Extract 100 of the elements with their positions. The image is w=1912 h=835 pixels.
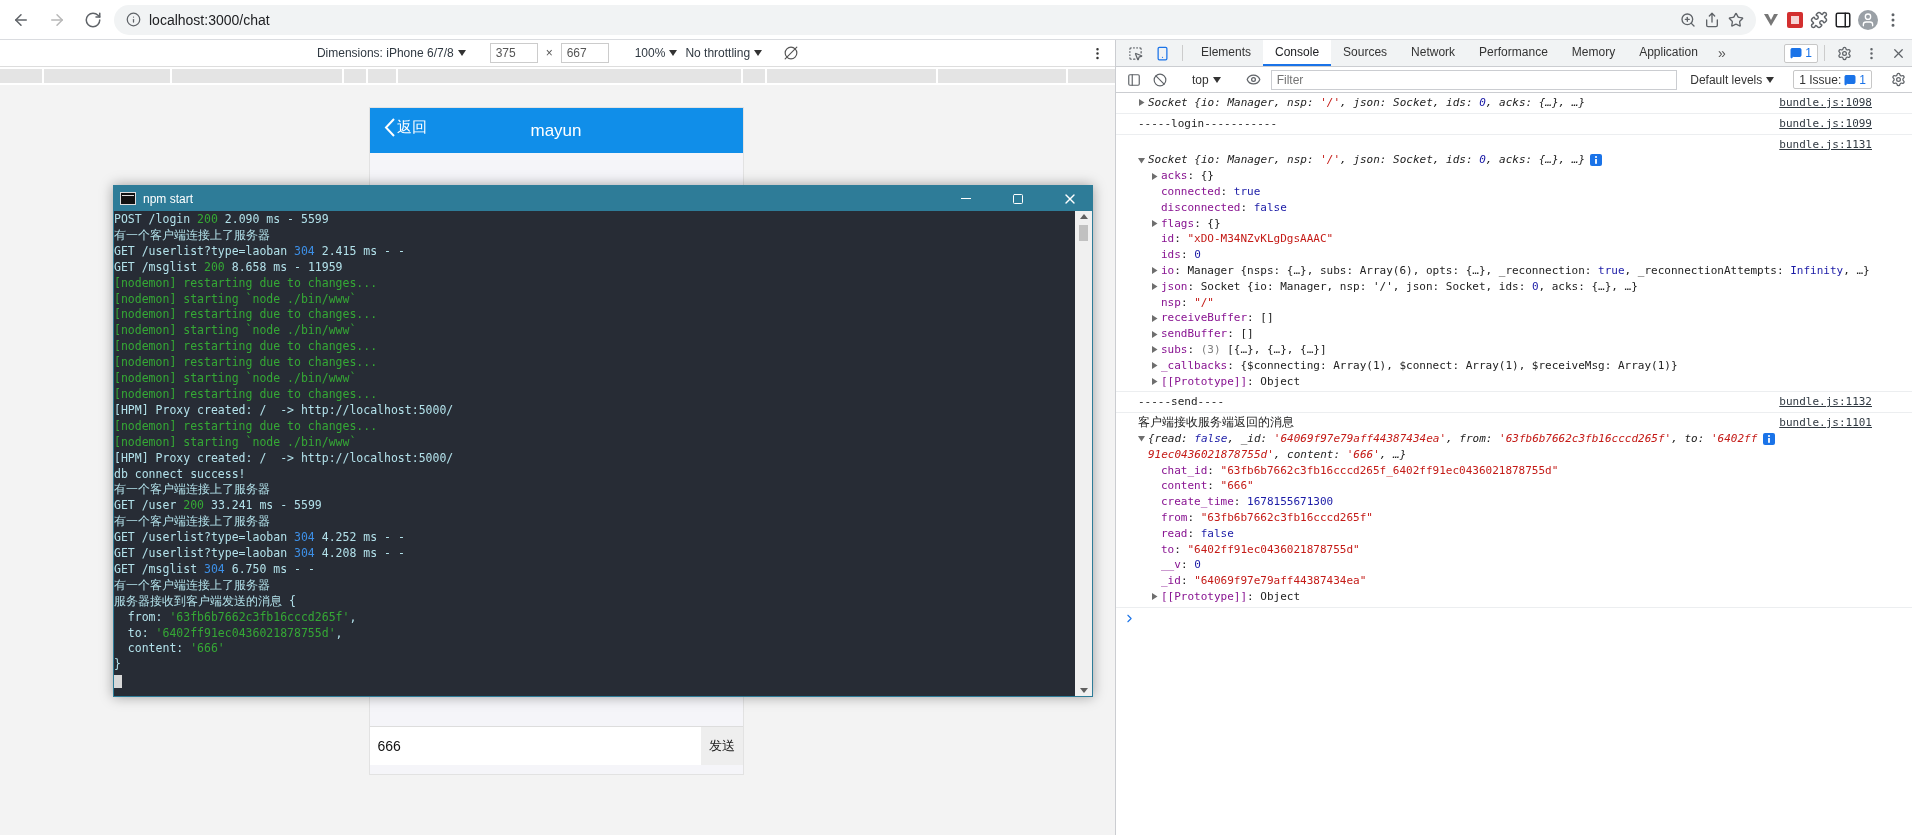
devtools-tab[interactable]: Network (1399, 40, 1468, 66)
property-text: [[Prototype]]: Object (1161, 588, 1301, 605)
log-text: -----login----------- (1138, 115, 1278, 132)
collapsed-triangle-icon[interactable] (1151, 377, 1158, 385)
source-link[interactable]: bundle.js:1132 (1779, 394, 1872, 411)
terminal-line: 有一个客户端连接上了服务器 (114, 227, 270, 244)
property-text: flags: {} (1161, 215, 1221, 232)
more-tabs-button[interactable]: » (1709, 40, 1734, 66)
terminal-line: to: '6402ff91ec0436021878755d', (126, 625, 343, 642)
collapsed-triangle-icon[interactable] (1151, 267, 1158, 275)
url-text: localhost:3000/chat (149, 11, 270, 28)
property-text: _id: "64069f97e79aff44387434ea" (1161, 573, 1367, 589)
collapsed-triangle-icon[interactable] (1151, 593, 1158, 601)
terminal-line: content: '666' (126, 641, 225, 658)
property-text: id: "xDO-M34NZvKLgDgsAAAC" (1161, 231, 1334, 248)
collapsed-triangle-icon[interactable] (1151, 330, 1158, 338)
collapsed-triangle-icon[interactable] (1151, 172, 1158, 180)
chat-title: mayun (530, 120, 582, 141)
profile-icon[interactable] (1858, 9, 1878, 30)
star-icon[interactable] (1728, 11, 1744, 28)
issues-button[interactable]: 1 Issue: 1 (1793, 70, 1872, 89)
terminal-icon (120, 192, 136, 205)
terminal-line: } (114, 657, 121, 674)
source-link[interactable]: bundle.js:1099 (1779, 115, 1872, 132)
chevron-left-icon (383, 118, 395, 137)
terminal-line: GET /userlist?type=laoban 304 4.208 ms - - (114, 546, 405, 562)
source-link[interactable]: bundle.js:1131 (1779, 136, 1872, 153)
devtools-tab[interactable]: Sources (1331, 40, 1400, 66)
height-field[interactable]: 667 (560, 43, 609, 63)
terminal-line: from: '63fb6b7662c3fb16cccd265f', (126, 609, 357, 626)
object-preview: Socket {io: Manager, nsp: '/', json: Socket, ids: 0, acks: {…}, …} (1148, 152, 1586, 169)
cursor (114, 675, 122, 689)
zoom-icon[interactable] (1680, 11, 1696, 28)
times-sign: × (545, 46, 553, 60)
message-input[interactable]: 666 (369, 727, 701, 765)
throttling-dropdown[interactable]: No throttling (685, 46, 763, 60)
terminal-line: 有一个客户端连接上了服务器 (114, 514, 270, 531)
minimize-icon (960, 198, 971, 199)
terminal-line: [nodemon] restarting due to changes... (114, 307, 378, 324)
caret-icon (1766, 76, 1775, 83)
devtools-tab[interactable]: Performance (1467, 40, 1560, 66)
devtools-tab[interactable]: Console (1263, 40, 1332, 66)
terminal-line: [nodemon] restarting due to changes... (114, 355, 378, 371)
info-icon[interactable] (1590, 154, 1603, 167)
collapsed-triangle-icon[interactable] (1151, 314, 1158, 322)
terminal-line: [nodemon] restarting due to changes... (114, 339, 378, 356)
source-link[interactable]: bundle.js:1101 (1779, 415, 1872, 431)
caret-icon (457, 50, 466, 56)
collapsed-triangle-icon[interactable] (1151, 362, 1158, 370)
message-icon (1790, 47, 1803, 59)
caret-icon (1212, 76, 1221, 83)
devtools-tab[interactable]: Application (1627, 40, 1710, 66)
terminal-line: [HPM] Proxy created: / -> http://localhost:5000/ (114, 402, 454, 419)
caret-icon (669, 50, 678, 56)
scroll-thumb[interactable] (1079, 225, 1088, 241)
expanded-triangle-icon[interactable] (1138, 156, 1145, 164)
log-text: 客户端接收服务端返回的消息 (1138, 415, 1294, 431)
property-text: from: "63fb6b7662c3fb16cccd265f" (1161, 509, 1373, 526)
scroll-up-icon[interactable] (1079, 214, 1088, 219)
collapsed-triangle-icon[interactable] (1151, 219, 1158, 227)
terminal-line: [nodemon] starting `node ./bin/www` (114, 291, 357, 308)
info-icon[interactable] (126, 12, 141, 27)
address-bar[interactable]: localhost:3000/chat (114, 4, 1756, 35)
property-text: [[Prototype]]: Object (1161, 373, 1301, 390)
puzzle-icon[interactable] (1810, 10, 1828, 29)
zoom-dropdown[interactable]: 100% (634, 46, 678, 60)
device-dropdown[interactable]: Dimensions: iPhone 6/7/8 (316, 46, 466, 60)
context-dropdown[interactable]: top (1186, 72, 1227, 87)
message-icon (1844, 73, 1857, 86)
terminal-line: [nodemon] restarting due to changes... (114, 418, 378, 435)
side-panel-icon[interactable] (1834, 10, 1852, 29)
property-text: to: "6402ff91ec0436021878755d" (1161, 541, 1360, 558)
source-link[interactable]: bundle.js:1098 (1779, 95, 1872, 111)
property-text: content: "666" (1161, 478, 1254, 495)
property-text: acks: {} (1161, 168, 1214, 184)
property-text: json: Socket {io: Manager, nsp: '/', json: Socket, ids: 0, acks: {…}, …} (1161, 278, 1638, 295)
extension-icon[interactable] (1786, 10, 1804, 29)
info-icon[interactable] (1763, 432, 1775, 445)
window-title: npm start (143, 191, 194, 206)
collapsed-triangle-icon[interactable] (1151, 283, 1158, 291)
terminal-line: POST /login 200 2.090 ms - 5599 (114, 212, 329, 228)
width-field[interactable]: 375 (489, 43, 538, 63)
scrollbar[interactable] (1075, 211, 1092, 696)
send-button[interactable]: 发送 (700, 727, 743, 765)
property-text: nsp: "/" (1161, 294, 1214, 311)
terminal-line: [nodemon] starting `node ./bin/www` (114, 434, 357, 451)
messages-badge[interactable]: 1 (1784, 43, 1818, 63)
devtools-tab[interactable]: Elements (1189, 40, 1264, 66)
collapsed-triangle-icon[interactable] (1151, 346, 1158, 354)
devtools-tab[interactable]: Memory (1559, 40, 1628, 66)
terminal-line: GET /msglist 304 6.750 ms - - (114, 561, 315, 578)
filter-field[interactable]: Filter (1270, 69, 1677, 90)
maximize-icon (1011, 192, 1024, 205)
object-preview: {read: false, _id: '64069f97e79aff44387434ea', from: '63fb6b7662c3fb16cccd265f', to: '6402ff91ec0436021878755d', content: '666', …} (1148, 430, 1758, 463)
scroll-down-icon[interactable] (1079, 688, 1088, 693)
expanded-triangle-icon[interactable] (1138, 435, 1145, 443)
levels-dropdown[interactable]: Default levels (1684, 72, 1781, 87)
property-text: subs: (3) [{…}, {…}, {…}] (1161, 341, 1327, 358)
share-icon[interactable] (1704, 11, 1720, 28)
collapsed-triangle-icon[interactable] (1138, 99, 1145, 107)
